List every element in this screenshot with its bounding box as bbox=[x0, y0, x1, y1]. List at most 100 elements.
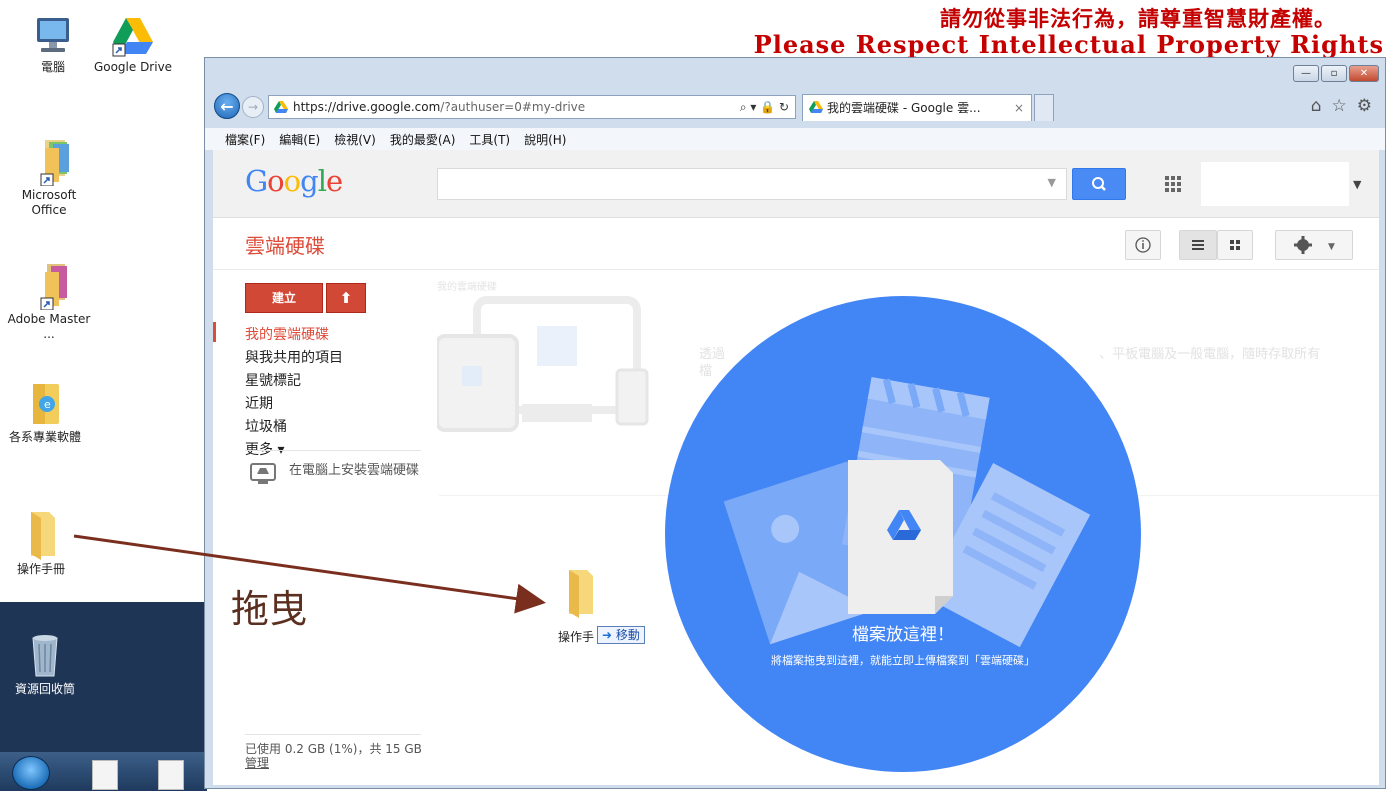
desktop-icon-label: Adobe Master ... bbox=[7, 312, 91, 341]
devices-illustration bbox=[437, 296, 649, 432]
nav-item-recent[interactable]: 近期 bbox=[245, 393, 343, 416]
settings-button[interactable]: ▼ bbox=[1275, 230, 1353, 260]
search-options-dropdown-icon[interactable]: ▼ bbox=[1048, 176, 1056, 189]
close-window-button[interactable]: ✕ bbox=[1349, 65, 1379, 82]
legal-banner: 請勿從事非法行為，請尊重智慧財產權。 Please Respect Intell… bbox=[754, 6, 1384, 58]
nav-item-trash[interactable]: 垃圾桶 bbox=[245, 416, 343, 439]
home-icon[interactable]: ⌂ bbox=[1311, 96, 1322, 116]
manage-storage-link[interactable]: 管理 bbox=[245, 756, 422, 770]
browser-tab[interactable]: 我的雲端硬碟 - Google 雲... × bbox=[802, 94, 1032, 121]
google-drive-icon bbox=[809, 101, 823, 113]
drop-zone-title: 檔案放這裡！ bbox=[852, 625, 954, 645]
desktop-icon-adobe-master[interactable]: Adobe Master ... bbox=[4, 262, 94, 342]
install-drive-link[interactable]: 在電腦上安裝雲端硬碟 bbox=[249, 462, 419, 493]
drive-toolbar: 雲端硬碟 ▼ bbox=[213, 218, 1379, 270]
page-title: 雲端硬碟 bbox=[245, 234, 325, 258]
info-button[interactable] bbox=[1125, 230, 1161, 260]
upload-button[interactable]: ⬆ bbox=[326, 283, 366, 313]
taskbar-document-icon[interactable] bbox=[158, 760, 184, 790]
nav-item-starred[interactable]: 星號標記 bbox=[245, 370, 343, 393]
taskbar-document-icon[interactable] bbox=[92, 760, 118, 790]
drop-zone-illustration bbox=[723, 376, 1091, 648]
nav-item-shared-with-me[interactable]: 與我共用的項目 bbox=[245, 347, 343, 370]
menu-bar: 檔案(F) 編輯(E) 檢視(V) 我的最愛(A) 工具(T) 說明(H) bbox=[205, 128, 1385, 150]
search-button[interactable] bbox=[1072, 168, 1126, 200]
settings-icon[interactable]: ⚙ bbox=[1357, 96, 1372, 116]
dragged-folder-icon bbox=[569, 570, 593, 618]
desktop-icon-label: 操作手冊 bbox=[16, 562, 65, 576]
url-host: https://drive.google.com bbox=[293, 100, 441, 114]
account-area[interactable] bbox=[1201, 162, 1349, 206]
menu-favorites[interactable]: 我的最愛(A) bbox=[390, 131, 456, 148]
browser-window: — ▫ ✕ ← → https://drive.google.com/?auth… bbox=[204, 57, 1386, 789]
desktop-icon-label: 資源回收筒 bbox=[14, 682, 75, 696]
google-header: Google ▼ ▼ bbox=[213, 150, 1379, 218]
move-label: 移動 bbox=[615, 628, 640, 642]
back-button[interactable]: ← bbox=[214, 93, 240, 119]
menu-edit[interactable]: 編輯(E) bbox=[279, 131, 320, 148]
drive-nav: 我的雲端硬碟 與我共用的項目 星號標記 近期 垃圾桶 更多 ▾ bbox=[245, 324, 343, 462]
menu-tools[interactable]: 工具(T) bbox=[469, 131, 510, 148]
move-arrow-icon: ➜ bbox=[602, 628, 613, 642]
nav-divider bbox=[245, 450, 421, 451]
computer-icon bbox=[37, 18, 69, 52]
settings-gear-icon: ▼ bbox=[1294, 236, 1335, 254]
desktop-icon-google-drive[interactable]: Google Drive bbox=[88, 14, 178, 75]
maximize-button[interactable]: ▫ bbox=[1321, 65, 1347, 82]
menu-view[interactable]: 檢視(V) bbox=[334, 131, 376, 148]
google-logo[interactable]: Google bbox=[245, 164, 343, 198]
url-path: /?authuser=0#my-drive bbox=[440, 100, 586, 114]
desktop-icon-label: 電腦 bbox=[40, 60, 65, 74]
forward-button[interactable]: → bbox=[242, 96, 264, 118]
google-drive-icon bbox=[112, 18, 153, 57]
desktop-icon-label: Google Drive bbox=[93, 60, 173, 74]
list-view-icon bbox=[1192, 240, 1204, 250]
account-dropdown-icon[interactable]: ▼ bbox=[1353, 178, 1361, 191]
favorites-icon[interactable]: ☆ bbox=[1332, 96, 1347, 116]
browser-tools: ⌂ ☆ ⚙ bbox=[1311, 96, 1372, 116]
storage-divider bbox=[245, 734, 421, 735]
desktop-icon-manual-folder[interactable]: 操作手冊 bbox=[0, 508, 86, 577]
grid-view-icon bbox=[1230, 240, 1240, 250]
legal-banner-chinese: 請勿從事非法行為，請尊重智慧財產權。 bbox=[940, 6, 1336, 31]
grid-view-button[interactable] bbox=[1217, 230, 1253, 260]
minimize-button[interactable]: — bbox=[1293, 65, 1319, 82]
desktop-icon-microsoft-office[interactable]: Microsoft Office bbox=[4, 138, 94, 218]
folder-icon: e bbox=[33, 384, 59, 424]
drop-zone-subtitle: 將檔案拖曳到這裡，就能立即上傳檔案到「雲端硬碟」 bbox=[771, 654, 1035, 667]
list-view-button[interactable] bbox=[1179, 230, 1217, 260]
start-button[interactable] bbox=[12, 756, 50, 790]
address-bar[interactable]: https://drive.google.com/?authuser=0#my-… bbox=[268, 95, 796, 119]
tab-close-icon[interactable]: × bbox=[1014, 95, 1024, 121]
folder-icon bbox=[40, 140, 69, 186]
menu-help[interactable]: 說明(H) bbox=[524, 131, 566, 148]
navigation-bar: ← → https://drive.google.com/?authuser=0… bbox=[210, 91, 1378, 121]
active-nav-marker bbox=[213, 322, 216, 342]
nav-item-my-drive[interactable]: 我的雲端硬碟 bbox=[245, 324, 343, 347]
desktop-icon-computer[interactable]: 電腦 bbox=[8, 14, 98, 75]
desktop-icon-department-software[interactable]: e 各系專業軟體 bbox=[0, 380, 90, 445]
move-badge: ➜ 移動 bbox=[597, 626, 645, 644]
svg-text:▼: ▼ bbox=[1328, 242, 1335, 252]
address-tools[interactable]: ⌕ ▾ 🔒 ↻ bbox=[740, 96, 789, 118]
create-button[interactable]: 建立 bbox=[245, 283, 323, 313]
dragged-item-name: 操作手 bbox=[558, 630, 595, 644]
legal-banner-english: Please Respect Intellectual Property Rig… bbox=[753, 30, 1384, 59]
storage-info: 已使用 0.2 GB (1%)，共 15 GB 管理 bbox=[245, 742, 422, 770]
storage-usage: 已使用 0.2 GB (1%)，共 15 GB bbox=[245, 742, 422, 756]
apps-grid-icon[interactable] bbox=[1165, 176, 1181, 192]
search-icon bbox=[1092, 177, 1106, 191]
search-input[interactable]: ▼ bbox=[437, 168, 1067, 200]
menu-file[interactable]: 檔案(F) bbox=[225, 131, 265, 148]
new-tab-button[interactable] bbox=[1034, 94, 1054, 121]
desktop-icon-recycle-bin[interactable]: 資源回收筒 bbox=[0, 630, 90, 697]
folder-icon bbox=[40, 264, 67, 310]
drive-page: Google ▼ ▼ 雲端硬碟 ▼ 建立 ⬆ 我的雲端硬碟 與我共用的項目 星號… bbox=[213, 150, 1379, 785]
folder-icon bbox=[31, 512, 55, 560]
install-drive-label: 在電腦上安裝雲端硬碟 bbox=[289, 463, 420, 478]
desktop-icon-label: 各系專業軟體 bbox=[8, 430, 81, 444]
google-drive-icon bbox=[274, 101, 288, 113]
recycle-bin-icon bbox=[32, 635, 58, 677]
drag-annotation: 拖曳 bbox=[231, 587, 308, 631]
svg-text:e: e bbox=[44, 398, 51, 411]
